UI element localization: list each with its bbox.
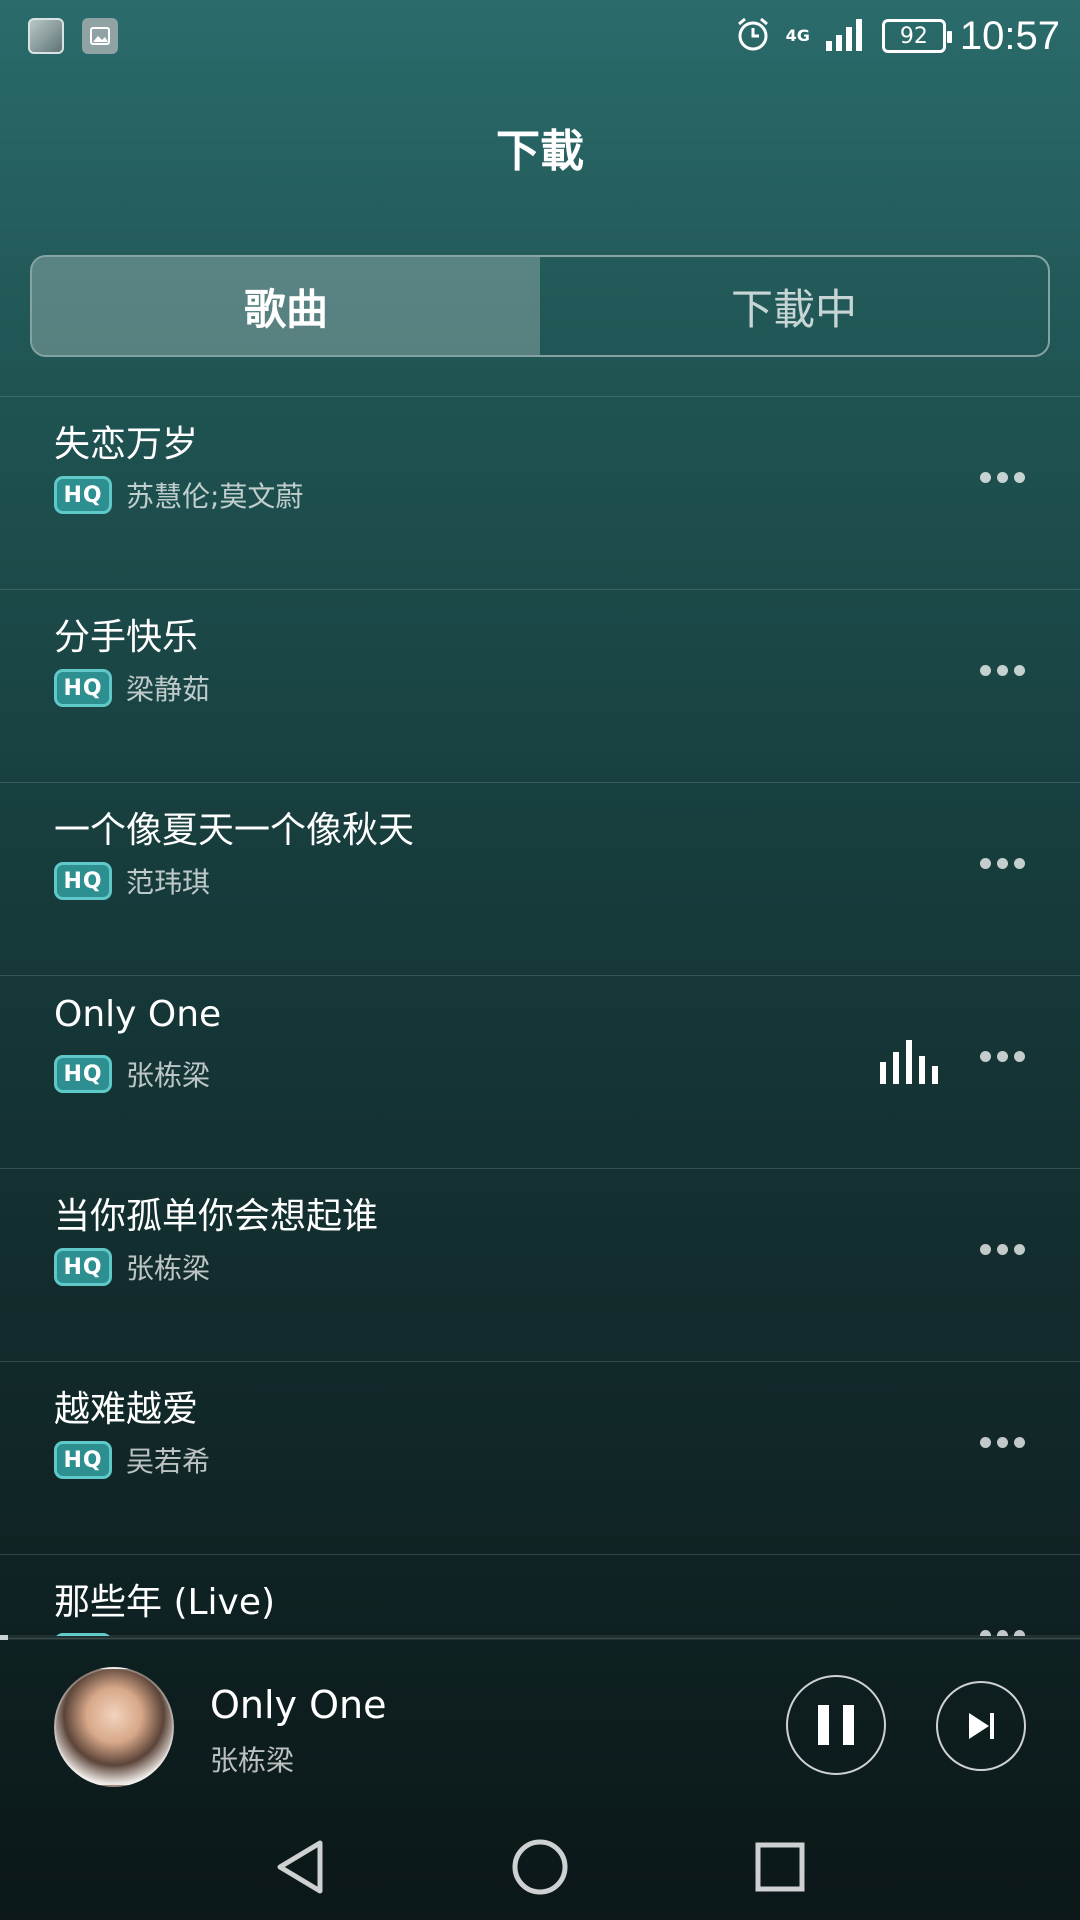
song-item[interactable]: 一个像夏天一个像秋天 HQ 范玮琪 <box>0 783 1080 976</box>
more-options-icon[interactable] <box>970 452 1034 502</box>
hq-badge: HQ <box>54 669 112 707</box>
page-title: 下載 <box>496 126 584 177</box>
song-title: 失恋万岁 <box>54 424 199 465</box>
song-title: 越难越爱 <box>54 1389 199 1430</box>
hq-badge: HQ <box>54 476 112 514</box>
song-title: Only One <box>54 994 222 1035</box>
playback-progress[interactable] <box>0 1635 1080 1640</box>
now-playing-equalizer-icon <box>880 1036 940 1084</box>
song-item-playing[interactable]: Only One HQ 张栋梁 <box>0 976 1080 1169</box>
pause-button[interactable] <box>786 1675 886 1775</box>
more-options-icon[interactable] <box>970 1031 1034 1081</box>
more-options-icon[interactable] <box>970 1224 1034 1274</box>
song-item[interactable]: 失恋万岁 HQ 苏慧伦;莫文蔚 <box>0 397 1080 590</box>
hq-badge: HQ <box>54 1248 112 1286</box>
more-options-icon[interactable] <box>970 1417 1034 1467</box>
playback-progress-fill <box>0 1635 8 1640</box>
status-time: 10:57 <box>959 13 1060 58</box>
status-bar: 4G 92 10:57 <box>0 0 1080 72</box>
song-item[interactable]: 当你孤单你会想起谁 HQ 张栋梁 <box>0 1169 1080 1362</box>
back-icon[interactable] <box>265 1832 335 1902</box>
now-playing-artist: 张栋梁 <box>210 1744 295 1777</box>
pause-icon <box>818 1705 829 1745</box>
hq-badge: HQ <box>54 1441 112 1479</box>
song-list[interactable]: 失恋万岁 HQ 苏慧伦;莫文蔚 分手快乐 HQ 梁静茹 一个像夏天一个像秋天 H… <box>0 396 1080 1636</box>
song-item[interactable]: 越难越爱 HQ 吴若希 <box>0 1362 1080 1555</box>
tab-downloading[interactable]: 下載中 <box>540 257 1048 355</box>
song-title: 一个像夏天一个像秋天 <box>54 810 415 851</box>
song-title: 当你孤单你会想起谁 <box>54 1196 379 1237</box>
system-nav-bar <box>0 1810 1080 1920</box>
song-title: 那些年 (Live) <box>54 1582 276 1623</box>
more-options-icon[interactable] <box>970 838 1034 888</box>
now-playing-title: Only One <box>210 1683 387 1727</box>
hq-badge: HQ <box>54 862 112 900</box>
tab-songs[interactable]: 歌曲 <box>32 257 540 355</box>
alarm-icon <box>734 15 772 57</box>
gallery-icon <box>82 18 118 54</box>
tab-bar: 歌曲 下載中 <box>30 255 1050 357</box>
hq-badge: HQ <box>54 1055 112 1093</box>
network-type: 4G <box>785 26 810 45</box>
battery-icon: 92 <box>881 19 952 53</box>
avatar-thumb-icon <box>28 18 64 54</box>
song-item[interactable]: 分手快乐 HQ 梁静茹 <box>0 590 1080 783</box>
more-options-icon[interactable] <box>970 1610 1034 1636</box>
song-artist: 张栋梁 <box>126 1059 211 1092</box>
song-title: 分手快乐 <box>54 617 199 658</box>
more-options-icon[interactable] <box>970 645 1034 695</box>
mini-player[interactable]: Only One 张栋梁 <box>0 1635 1080 1810</box>
song-item[interactable]: 那些年 (Live) HQ <box>0 1555 1080 1636</box>
song-artist: 张栋梁 <box>126 1252 211 1285</box>
song-artist: 范玮琪 <box>126 866 211 899</box>
song-artist: 吴若希 <box>126 1445 211 1478</box>
signal-icon <box>824 15 868 57</box>
song-artist: 梁静茹 <box>126 673 211 706</box>
next-track-button[interactable] <box>936 1681 1026 1771</box>
album-art[interactable] <box>54 1667 174 1787</box>
song-artist: 苏慧伦;莫文蔚 <box>126 480 304 513</box>
recents-icon[interactable] <box>745 1832 815 1902</box>
home-icon[interactable] <box>505 1832 575 1902</box>
skip-next-icon <box>969 1713 994 1739</box>
